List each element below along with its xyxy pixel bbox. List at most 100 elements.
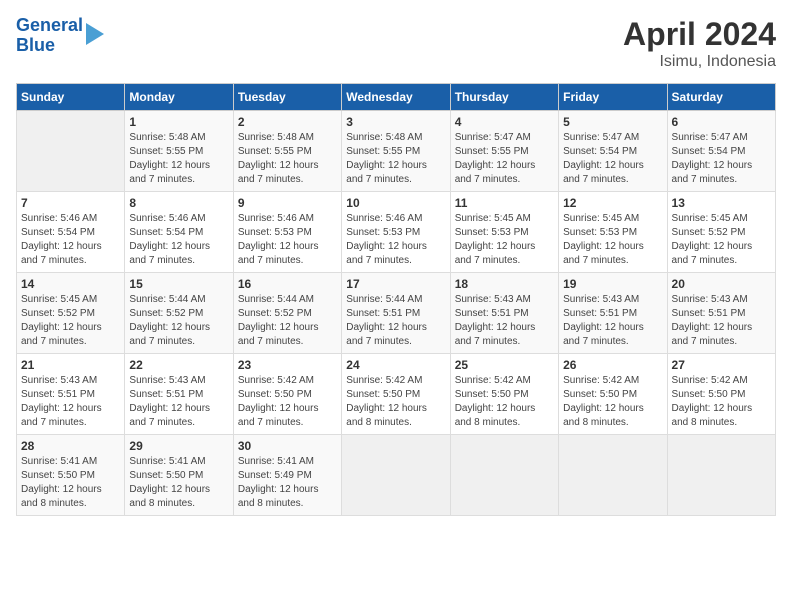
day-number: 16 [238,277,337,291]
header-wednesday: Wednesday [342,84,450,111]
day-info: Sunrise: 5:43 AM Sunset: 5:51 PM Dayligh… [455,293,554,349]
day-number: 7 [21,196,120,210]
calendar-subtitle: Isimu, Indonesia [623,53,776,71]
day-info: Sunrise: 5:44 AM Sunset: 5:52 PM Dayligh… [129,293,228,349]
calendar-cell: 24 Sunrise: 5:42 AM Sunset: 5:50 PM Dayli… [342,354,450,435]
calendar-cell: 8 Sunrise: 5:46 AM Sunset: 5:54 PM Daylig… [125,192,233,273]
day-number: 19 [563,277,662,291]
day-number: 12 [563,196,662,210]
calendar-cell: 23 Sunrise: 5:42 AM Sunset: 5:50 PM Dayli… [233,354,341,435]
day-number: 14 [21,277,120,291]
day-info: Sunrise: 5:45 AM Sunset: 5:52 PM Dayligh… [21,293,120,349]
calendar-cell: 21Sunrise: 5:43 AM Sunset: 5:51 PM Dayli… [17,354,125,435]
calendar-cell: 16 Sunrise: 5:44 AM Sunset: 5:52 PM Dayli… [233,273,341,354]
calendar-cell: 17Sunrise: 5:44 AM Sunset: 5:51 PM Dayli… [342,273,450,354]
logo-general: General [16,16,83,36]
day-info: Sunrise: 5:41 AM Sunset: 5:50 PM Dayligh… [129,455,228,511]
logo-text-block: General Blue [16,16,104,56]
day-info: Sunrise: 5:48 AM Sunset: 5:55 PM Dayligh… [238,131,337,187]
header-friday: Friday [559,84,667,111]
day-info: Sunrise: 5:45 AM Sunset: 5:52 PM Dayligh… [672,212,771,268]
day-info: Sunrise: 5:41 AM Sunset: 5:49 PM Dayligh… [238,455,337,511]
day-info: Sunrise: 5:46 AM Sunset: 5:54 PM Dayligh… [129,212,228,268]
day-number: 5 [563,115,662,129]
day-info: Sunrise: 5:45 AM Sunset: 5:53 PM Dayligh… [563,212,662,268]
day-info: Sunrise: 5:47 AM Sunset: 5:54 PM Dayligh… [672,131,771,187]
calendar-cell: 30 Sunrise: 5:41 AM Sunset: 5:49 PM Dayli… [233,435,341,516]
calendar-cell: 20 Sunrise: 5:43 AM Sunset: 5:51 PM Dayli… [667,273,775,354]
day-number: 9 [238,196,337,210]
calendar-cell: 9 Sunrise: 5:46 AM Sunset: 5:53 PM Daylig… [233,192,341,273]
calendar-cell: 2 Sunrise: 5:48 AM Sunset: 5:55 PM Daylig… [233,111,341,192]
calendar-week-row: 7 Sunrise: 5:46 AM Sunset: 5:54 PM Daylig… [17,192,776,273]
header-tuesday: Tuesday [233,84,341,111]
day-number: 23 [238,358,337,372]
day-number: 26 [563,358,662,372]
calendar-header-row: SundayMondayTuesdayWednesdayThursdayFrid… [17,84,776,111]
calendar-title: April 2024 [623,16,776,53]
day-info: Sunrise: 5:48 AM Sunset: 5:55 PM Dayligh… [129,131,228,187]
calendar-week-row: 1Sunrise: 5:48 AM Sunset: 5:55 PM Daylig… [17,111,776,192]
calendar-cell: 1Sunrise: 5:48 AM Sunset: 5:55 PM Daylig… [125,111,233,192]
header-monday: Monday [125,84,233,111]
calendar-week-row: 21Sunrise: 5:43 AM Sunset: 5:51 PM Dayli… [17,354,776,435]
day-number: 25 [455,358,554,372]
day-info: Sunrise: 5:42 AM Sunset: 5:50 PM Dayligh… [238,374,337,430]
day-info: Sunrise: 5:46 AM Sunset: 5:53 PM Dayligh… [346,212,445,268]
page-header: General Blue April 2024 Isimu, Indonesia [16,16,776,71]
calendar-cell: 13 Sunrise: 5:45 AM Sunset: 5:52 PM Dayli… [667,192,775,273]
calendar-week-row: 14 Sunrise: 5:45 AM Sunset: 5:52 PM Dayli… [17,273,776,354]
calendar-cell [667,435,775,516]
day-number: 30 [238,439,337,453]
day-info: Sunrise: 5:42 AM Sunset: 5:50 PM Dayligh… [672,374,771,430]
calendar-cell: 5Sunrise: 5:47 AM Sunset: 5:54 PM Daylig… [559,111,667,192]
calendar-cell [17,111,125,192]
day-info: Sunrise: 5:45 AM Sunset: 5:53 PM Dayligh… [455,212,554,268]
calendar-cell: 14 Sunrise: 5:45 AM Sunset: 5:52 PM Dayli… [17,273,125,354]
day-number: 27 [672,358,771,372]
calendar-cell [342,435,450,516]
calendar-cell: 25Sunrise: 5:42 AM Sunset: 5:50 PM Dayli… [450,354,558,435]
day-info: Sunrise: 5:47 AM Sunset: 5:55 PM Dayligh… [455,131,554,187]
calendar-cell: 27 Sunrise: 5:42 AM Sunset: 5:50 PM Dayli… [667,354,775,435]
day-number: 8 [129,196,228,210]
calendar-cell: 3 Sunrise: 5:48 AM Sunset: 5:55 PM Daylig… [342,111,450,192]
calendar-cell: 15Sunrise: 5:44 AM Sunset: 5:52 PM Dayli… [125,273,233,354]
calendar-week-row: 28 Sunrise: 5:41 AM Sunset: 5:50 PM Dayli… [17,435,776,516]
day-info: Sunrise: 5:41 AM Sunset: 5:50 PM Dayligh… [21,455,120,511]
day-number: 22 [129,358,228,372]
day-number: 13 [672,196,771,210]
day-number: 28 [21,439,120,453]
header-thursday: Thursday [450,84,558,111]
day-number: 3 [346,115,445,129]
day-number: 20 [672,277,771,291]
calendar-cell [559,435,667,516]
title-block: April 2024 Isimu, Indonesia [623,16,776,71]
day-info: Sunrise: 5:43 AM Sunset: 5:51 PM Dayligh… [129,374,228,430]
day-number: 29 [129,439,228,453]
day-info: Sunrise: 5:46 AM Sunset: 5:54 PM Dayligh… [21,212,120,268]
day-number: 2 [238,115,337,129]
day-info: Sunrise: 5:44 AM Sunset: 5:51 PM Dayligh… [346,293,445,349]
calendar-cell [450,435,558,516]
header-saturday: Saturday [667,84,775,111]
logo-arrow-icon [86,23,104,45]
day-info: Sunrise: 5:43 AM Sunset: 5:51 PM Dayligh… [672,293,771,349]
calendar-cell: 11 Sunrise: 5:45 AM Sunset: 5:53 PM Dayli… [450,192,558,273]
logo-blue: Blue [16,36,83,56]
day-number: 24 [346,358,445,372]
calendar-cell: 10Sunrise: 5:46 AM Sunset: 5:53 PM Dayli… [342,192,450,273]
day-number: 11 [455,196,554,210]
day-info: Sunrise: 5:46 AM Sunset: 5:53 PM Dayligh… [238,212,337,268]
day-info: Sunrise: 5:44 AM Sunset: 5:52 PM Dayligh… [238,293,337,349]
day-info: Sunrise: 5:42 AM Sunset: 5:50 PM Dayligh… [346,374,445,430]
calendar-table: SundayMondayTuesdayWednesdayThursdayFrid… [16,83,776,516]
calendar-cell: 26 Sunrise: 5:42 AM Sunset: 5:50 PM Dayli… [559,354,667,435]
day-info: Sunrise: 5:48 AM Sunset: 5:55 PM Dayligh… [346,131,445,187]
calendar-cell: 28 Sunrise: 5:41 AM Sunset: 5:50 PM Dayli… [17,435,125,516]
calendar-cell: 22 Sunrise: 5:43 AM Sunset: 5:51 PM Dayli… [125,354,233,435]
calendar-cell: 12 Sunrise: 5:45 AM Sunset: 5:53 PM Dayli… [559,192,667,273]
header-sunday: Sunday [17,84,125,111]
day-number: 18 [455,277,554,291]
day-info: Sunrise: 5:42 AM Sunset: 5:50 PM Dayligh… [563,374,662,430]
